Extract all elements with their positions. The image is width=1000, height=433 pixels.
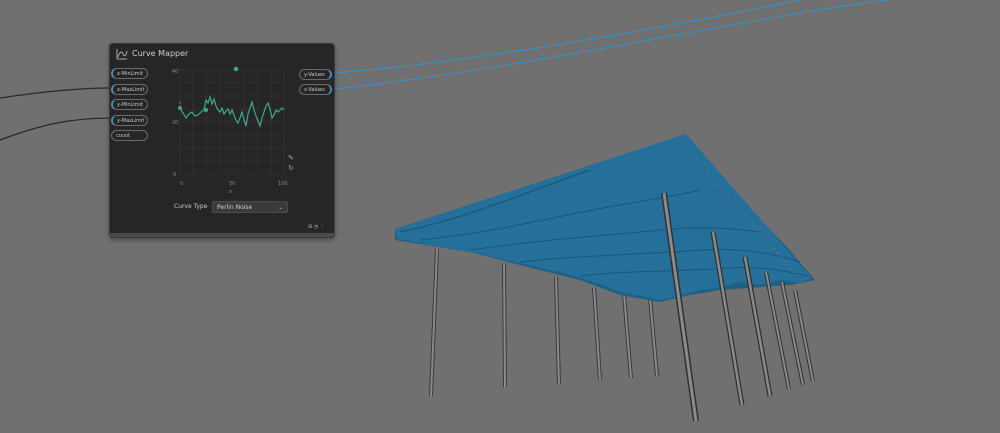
wavy-roof — [395, 134, 815, 302]
input-port-y-maxlimit[interactable]: y-MaxLimit — [111, 115, 148, 126]
curve-plot[interactable]: 40 20 0 y 0 50 100 — [170, 66, 300, 186]
control-point-mid[interactable] — [204, 108, 208, 112]
curve-mapper-node[interactable]: Curve Mapper x-MinLimit x-MaxLimit y-Min… — [109, 43, 335, 238]
y-axis-label: y — [179, 100, 182, 105]
input-port-x-minlimit[interactable]: x-MinLimit — [111, 68, 148, 79]
edit-icon[interactable]: ✎ — [288, 154, 294, 162]
curve-type-label: Curve Type — [174, 203, 208, 210]
input-port-y-minlimit[interactable]: y-MinLimit — [111, 99, 148, 110]
node-info-icon[interactable]: ⊞ ◔ ⋮ — [308, 224, 325, 230]
node-header[interactable]: Curve Mapper — [110, 44, 334, 64]
input-port-count[interactable]: count — [111, 130, 148, 141]
plot-grid — [179, 69, 285, 175]
x-tick-100: 100 — [278, 181, 288, 186]
curve-type-value: Perlin Noise — [217, 204, 253, 211]
reset-icon[interactable]: ↻ — [288, 164, 294, 172]
curve-type-dropdown[interactable]: Perlin Noise ⌄ — [212, 201, 288, 213]
input-port-x-maxlimit[interactable]: x-MaxLimit — [111, 84, 148, 95]
node-title: Curve Mapper — [132, 49, 189, 58]
y-tick-40: 40 — [172, 69, 178, 75]
x-axis-label: x — [229, 189, 232, 195]
x-tick-50: 50 — [229, 181, 235, 186]
curve-mapper-icon — [116, 49, 128, 60]
control-point-top[interactable] — [233, 66, 239, 72]
x-tick-0: 0 — [180, 181, 183, 186]
output-port-y-values[interactable]: y-Values — [299, 69, 332, 80]
control-point-start[interactable] — [178, 106, 182, 110]
output-port-x-values[interactable]: x-Values — [299, 84, 332, 95]
y-tick-0: 0 — [173, 172, 176, 178]
node-footer — [110, 233, 334, 237]
chevron-down-icon: ⌄ — [277, 204, 283, 211]
y-tick-20: 20 — [172, 120, 178, 126]
